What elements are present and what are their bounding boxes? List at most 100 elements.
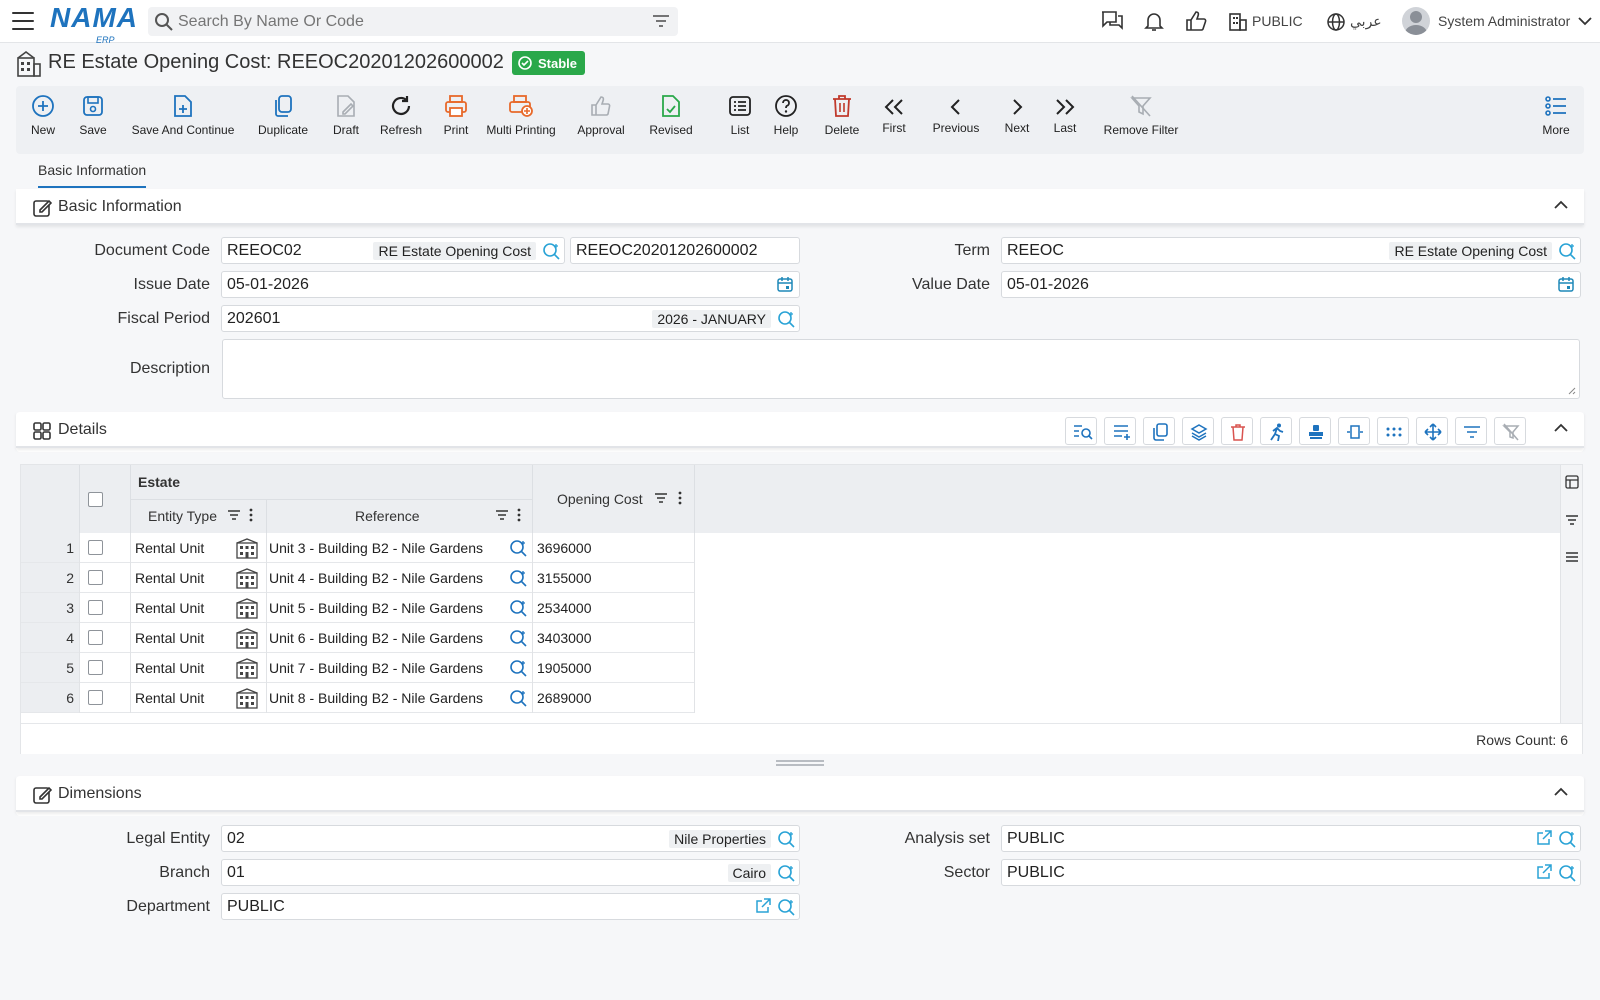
lookup-icon[interactable] [777, 830, 795, 848]
multi-printing-button[interactable]: Multi Printing [486, 94, 556, 137]
reference-cell[interactable]: Unit 8 - Building B2 - Nile Gardens [269, 690, 483, 706]
search-input[interactable] [178, 10, 638, 33]
chevron-up-icon[interactable] [1554, 787, 1568, 797]
filter-icon[interactable] [1565, 514, 1579, 526]
layers-button[interactable] [1182, 417, 1214, 445]
table-row[interactable]: 3 Rental Unit Unit 5 - Building B2 - Nile … [21, 593, 694, 623]
lookup-icon[interactable] [509, 659, 527, 677]
description-textarea[interactable] [222, 339, 1580, 399]
lookup-icon[interactable] [509, 569, 527, 587]
entity-type-column-header[interactable]: Entity Type [148, 508, 217, 524]
dimensions-header[interactable]: Dimensions [16, 776, 1584, 812]
column-menu-icon[interactable] [517, 508, 521, 522]
table-row[interactable]: 4 Rental Unit Unit 6 - Building B2 - Nile … [21, 623, 694, 653]
filter-icon[interactable] [652, 13, 670, 29]
lookup-icon[interactable] [509, 689, 527, 707]
lookup-icon[interactable] [509, 539, 527, 557]
resize-splitter[interactable] [776, 760, 824, 766]
add-lines-button[interactable] [1104, 417, 1136, 445]
lookup-icon[interactable] [1558, 864, 1576, 882]
reference-cell[interactable]: Unit 6 - Building B2 - Nile Gardens [269, 630, 483, 646]
bell-icon[interactable] [1143, 10, 1165, 32]
row-checkbox[interactable] [88, 660, 103, 675]
sector-field[interactable]: PUBLIC [1001, 859, 1581, 886]
term-field[interactable]: REEOC RE Estate Opening Cost [1001, 237, 1581, 264]
remove-filter-button[interactable]: Remove Filter [1096, 94, 1186, 137]
globe-icon[interactable] [1326, 12, 1346, 32]
print-button[interactable]: Print [440, 94, 472, 137]
chevron-up-icon[interactable] [1554, 200, 1568, 210]
row-checkbox[interactable] [88, 540, 103, 555]
delete-lines-button[interactable] [1221, 417, 1253, 445]
refresh-button[interactable]: Refresh [378, 94, 424, 137]
table-row[interactable]: 1 Rental Unit Unit 3 - Building B2 - Nile … [21, 533, 694, 563]
reference-cell[interactable]: Unit 5 - Building B2 - Nile Gardens [269, 600, 483, 616]
opening-cost-column-header[interactable]: Opening Cost [557, 491, 643, 507]
grid-remove-filter-button[interactable] [1494, 417, 1526, 445]
lookup-icon[interactable] [509, 599, 527, 617]
fiscal-period-field[interactable]: 202601 2026 - JANUARY [221, 305, 800, 332]
more-options-button[interactable] [1377, 417, 1409, 445]
open-external-icon[interactable] [1536, 830, 1552, 846]
table-row[interactable]: 5 Rental Unit Unit 7 - Building B2 - Nile … [21, 653, 694, 683]
grid-filter-button[interactable] [1455, 417, 1487, 445]
draft-button[interactable]: Draft [328, 94, 364, 137]
lookup-icon[interactable] [509, 629, 527, 647]
first-button[interactable]: First [878, 98, 910, 135]
run-action-button[interactable] [1260, 417, 1292, 445]
find-in-grid-button[interactable] [1065, 417, 1097, 445]
column-menu-icon[interactable] [249, 508, 253, 522]
thumbs-up-icon[interactable] [1185, 10, 1207, 32]
move-button[interactable] [1416, 417, 1448, 445]
value-date-field[interactable]: 05-01-2026 [1001, 271, 1581, 298]
save-button[interactable]: Save [76, 94, 110, 137]
chevron-up-icon[interactable] [1554, 423, 1568, 433]
opening-cost-cell[interactable]: 3696000 [537, 540, 592, 556]
copy-lines-button[interactable] [1143, 417, 1175, 445]
calendar-icon[interactable] [1558, 276, 1574, 292]
last-button[interactable]: Last [1050, 98, 1080, 135]
reference-cell[interactable]: Unit 4 - Building B2 - Nile Gardens [269, 570, 483, 586]
reference-cell[interactable]: Unit 7 - Building B2 - Nile Gardens [269, 660, 483, 676]
new-button[interactable]: New [26, 94, 60, 137]
row-checkbox[interactable] [88, 600, 103, 615]
opening-cost-cell[interactable]: 3155000 [537, 570, 592, 586]
lookup-icon[interactable] [777, 310, 795, 328]
entity-type-cell[interactable]: Rental Unit [135, 600, 204, 616]
next-button[interactable]: Next [1001, 98, 1033, 135]
save-and-continue-button[interactable]: Save And Continue [128, 94, 238, 137]
lookup-icon[interactable] [1558, 830, 1576, 848]
table-icon[interactable] [1565, 475, 1579, 489]
entity-type-cell[interactable]: Rental Unit [135, 690, 204, 706]
document-number-field[interactable]: REEOC20201202600002 [570, 237, 800, 264]
reference-cell[interactable]: Unit 3 - Building B2 - Nile Gardens [269, 540, 483, 556]
table-row[interactable]: 2 Rental Unit Unit 4 - Building B2 - Nile … [21, 563, 694, 593]
column-menu-icon[interactable] [678, 491, 682, 505]
issue-date-field[interactable]: 05-01-2026 [221, 271, 800, 298]
resize-handle-icon[interactable] [1566, 385, 1576, 395]
document-code-field[interactable]: REEOC02 RE Estate Opening Cost [221, 237, 565, 264]
list-button[interactable]: List [726, 94, 754, 137]
user-name[interactable]: System Administrator [1438, 13, 1570, 29]
reference-column-header[interactable]: Reference [355, 508, 420, 524]
department-field[interactable]: PUBLIC [221, 893, 800, 920]
row-checkbox[interactable] [88, 570, 103, 585]
column-filter-icon[interactable] [495, 509, 509, 521]
fit-columns-button[interactable] [1338, 417, 1370, 445]
branch-field[interactable]: 01 Cairo [221, 859, 800, 886]
lookup-icon[interactable] [542, 242, 560, 260]
duplicate-button[interactable]: Duplicate [254, 94, 312, 137]
company-label[interactable]: PUBLIC [1252, 13, 1303, 29]
entity-type-cell[interactable]: Rental Unit [135, 660, 204, 676]
analysis-set-field[interactable]: PUBLIC [1001, 825, 1581, 852]
lookup-icon[interactable] [777, 898, 795, 916]
help-button[interactable]: Help [772, 94, 800, 137]
basic-information-header[interactable]: Basic Information [16, 189, 1584, 225]
delete-button[interactable]: Delete [822, 94, 862, 137]
menu-icon[interactable] [1565, 551, 1579, 563]
details-header[interactable]: Details [16, 412, 1584, 448]
select-all-checkbox[interactable] [88, 492, 103, 507]
column-filter-icon[interactable] [654, 492, 668, 504]
previous-button[interactable]: Previous [928, 98, 984, 135]
avatar[interactable] [1402, 7, 1430, 35]
